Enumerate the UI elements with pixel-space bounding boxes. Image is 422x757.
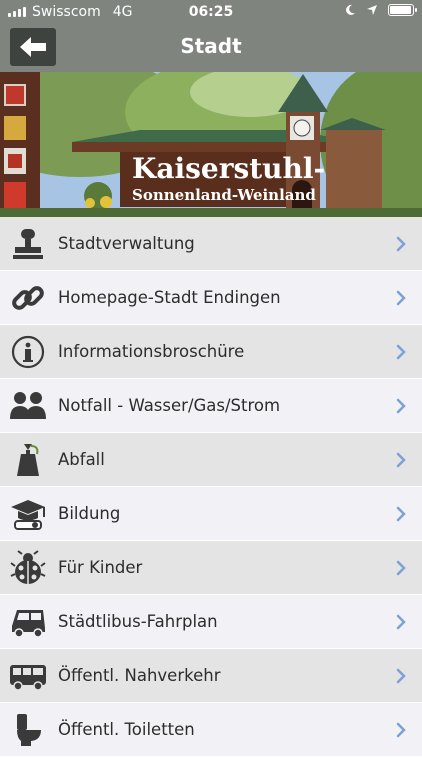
bus-icon (8, 656, 48, 696)
graduation-icon (8, 494, 48, 534)
menu-item-abfall[interactable]: Abfall (0, 433, 422, 487)
chevron-right-icon (396, 236, 406, 252)
location-icon (367, 5, 377, 15)
banner-sign-line1: Kaiserstuhl- (132, 152, 325, 185)
battery-icon (388, 4, 417, 16)
navigation-bar: Swisscom 4G 06:25 Stadt (0, 0, 422, 72)
info-icon (8, 332, 48, 372)
menu-item-toiletten[interactable]: Öffentl. Toiletten (0, 703, 422, 757)
link-icon (8, 278, 48, 318)
chevron-right-icon (396, 560, 406, 576)
menu-item-label: Bildung (58, 504, 121, 523)
menu-item-notfall[interactable]: Notfall - Wasser/Gas/Strom (0, 379, 422, 433)
menu-item-label: Für Kinder (58, 558, 143, 577)
coat-of-arms-icon (4, 116, 26, 140)
menu-item-label: Öffentl. Toiletten (58, 720, 195, 739)
menu-item-staedtlibus[interactable]: Städtlibus-Fahrplan (0, 595, 422, 649)
menu-item-label: Informationsbroschüre (58, 342, 245, 361)
coat-of-arms-icon (4, 182, 26, 208)
menu-item-label: Abfall (58, 450, 105, 469)
menu-item-informationsbroschuere[interactable]: Informationsbroschüre (0, 325, 422, 379)
banner-photo: Kaiserstuhl- Sonnenland-Weinland (0, 72, 422, 217)
toilet-icon (8, 710, 48, 750)
chevron-right-icon (396, 344, 406, 360)
status-right (344, 4, 417, 16)
page-title: Stadt (180, 34, 242, 58)
chevron-right-icon (396, 614, 406, 630)
stamp-icon (8, 224, 48, 264)
chevron-right-icon (396, 668, 406, 684)
chevron-right-icon (396, 398, 406, 414)
menu-item-homepage[interactable]: Homepage-Stadt Endingen (0, 271, 422, 325)
people-icon (8, 386, 48, 426)
chevron-right-icon (396, 722, 406, 738)
menu-item-label: Städtlibus-Fahrplan (58, 612, 218, 631)
chevron-right-icon (396, 290, 406, 306)
menu-item-nahverkehr[interactable]: Öffentl. Nahverkehr (0, 649, 422, 703)
trash-bag-icon (8, 440, 48, 480)
menu-item-bildung[interactable]: Bildung (0, 487, 422, 541)
menu-item-stadtverwaltung[interactable]: Stadtverwaltung (0, 217, 422, 271)
menu-item-label: Stadtverwaltung (58, 234, 195, 253)
banner-sign-line2: Sonnenland-Weinland (132, 186, 316, 204)
chevron-right-icon (396, 452, 406, 468)
menu-item-label: Notfall - Wasser/Gas/Strom (58, 396, 281, 415)
header-banner-image: Kaiserstuhl- Sonnenland-Weinland (0, 72, 422, 217)
minibus-icon (8, 602, 48, 642)
chevron-right-icon (396, 506, 406, 522)
moon-icon (346, 4, 355, 15)
ladybug-icon (8, 548, 48, 588)
menu-list: Stadtverwaltung Homepage-Stadt Endingen … (0, 217, 422, 757)
menu-item-label: Homepage-Stadt Endingen (58, 288, 281, 307)
status-bar: Swisscom 4G 06:25 (0, 0, 422, 24)
menu-item-fuer-kinder[interactable]: Für Kinder (0, 541, 422, 595)
menu-item-label: Öffentl. Nahverkehr (58, 666, 221, 685)
